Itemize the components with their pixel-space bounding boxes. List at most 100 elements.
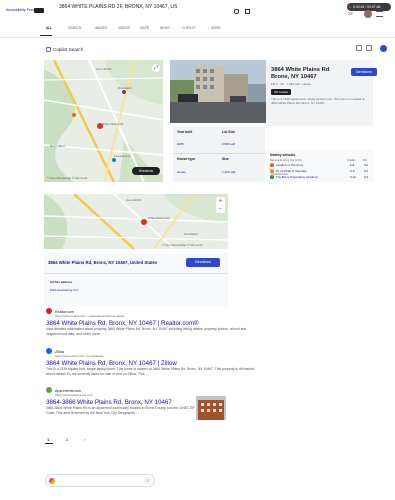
house-type-label: House type bbox=[177, 157, 196, 161]
schools-source[interactable]: GreatSchools bbox=[271, 172, 288, 176]
result-snippet: View detailed information about property… bbox=[46, 327, 247, 336]
place-map-graphic bbox=[44, 194, 228, 249]
map-label: Gun Hill Rd bbox=[96, 67, 112, 71]
result-url: https://www.zillow.com › homedetails bbox=[55, 354, 104, 358]
map-graphic bbox=[44, 60, 163, 182]
nearby-schools: Nearby schools Name and rating (out of 1… bbox=[266, 150, 373, 182]
weather-temp: 20° bbox=[348, 12, 354, 16]
visual-search-icon[interactable] bbox=[245, 9, 250, 14]
year-built-value: 2005 bbox=[177, 142, 184, 146]
result-title[interactable]: 3864 White Plains Rd, Bronx, NY 10467 | … bbox=[46, 360, 264, 367]
result-title[interactable]: 3864 White Plains Rd, Bronx, NY 10467 | … bbox=[46, 320, 264, 327]
place-directions-button[interactable]: Directions bbox=[186, 258, 220, 267]
tab-more[interactable]: ⋮ MORE bbox=[207, 26, 221, 30]
share-icon[interactable] bbox=[380, 45, 387, 52]
map-label: Laconia Ave bbox=[114, 154, 131, 158]
street-view-graphic bbox=[170, 60, 266, 123]
map-directions-button[interactable]: Directions bbox=[132, 167, 160, 175]
school-grades: K-5 bbox=[350, 169, 355, 173]
search-logo[interactable] bbox=[34, 8, 44, 13]
map-label: Woodlawn bbox=[184, 232, 198, 236]
schools-col-grades: Grades bbox=[347, 159, 356, 162]
school-grades: 6-12 bbox=[350, 175, 356, 179]
place-map[interactable]: Gun Hill Rd White Plains Rd Woodlawn + −… bbox=[44, 194, 228, 249]
send-icon[interactable]: ↑ bbox=[144, 477, 151, 484]
map-attribution: © OpenStreetMap © Microsoft bbox=[162, 243, 203, 247]
place-card: 3864 White Plains Rd, Bronx, NY 10467, U… bbox=[44, 253, 228, 306]
property-map[interactable]: Gun Hill Rd Woodlawn Bronx Blvd White Pl… bbox=[44, 60, 163, 182]
zoom-out-button[interactable]: − bbox=[216, 205, 225, 213]
lot-size-label: Lot Size bbox=[222, 130, 235, 134]
size-value: 7,430 sqft bbox=[222, 170, 236, 174]
year-built-label: Year built bbox=[177, 130, 193, 134]
building-thumbnail-graphic bbox=[196, 396, 226, 420]
schools-col-name: Name and rating (out of 10) bbox=[270, 159, 302, 162]
result-snippet: 3864-3866 White Plains Rd is an apartmen… bbox=[46, 406, 195, 415]
search-result: Realtor.com https://www.realtor.com › re… bbox=[46, 308, 264, 337]
schools-title: Nearby schools bbox=[270, 153, 296, 157]
property-title: 3864 White Plains Rd Bronx, NY 10467 bbox=[271, 67, 330, 80]
recording-time: 0:00:45 / 00:57:48 bbox=[353, 5, 381, 9]
tab-maps[interactable]: MAPS bbox=[140, 26, 149, 30]
property-specs: FN·0 · 2F · 7,439 sqft · House bbox=[271, 82, 312, 86]
map-label: Bronx Blvd bbox=[50, 144, 65, 148]
house-type-value: House bbox=[177, 170, 186, 174]
avatar[interactable] bbox=[364, 10, 372, 18]
page-current[interactable]: 1 bbox=[47, 437, 49, 442]
top-bar: Accessibility Feedback 3864 WHITE PLAINS… bbox=[0, 0, 395, 36]
facts-divider bbox=[173, 153, 265, 154]
size-label: Size bbox=[222, 157, 229, 161]
hamburger-menu-icon[interactable] bbox=[376, 11, 383, 17]
school-distance: 0.2 bbox=[364, 163, 369, 167]
active-tab-indicator bbox=[40, 35, 52, 36]
header-divider bbox=[0, 37, 395, 38]
search-page: Accessibility Feedback 3864 WHITE PLAINS… bbox=[0, 0, 395, 500]
search-query[interactable]: 3864 WHITE PLAINS RD 2F, BRONX, NY 10467… bbox=[59, 4, 177, 10]
property-directions-button[interactable]: Directions bbox=[351, 68, 377, 76]
copilot-chat-box[interactable]: ↑ bbox=[45, 474, 155, 487]
map-attribution: © OpenStreetMap © Microsoft bbox=[47, 176, 88, 180]
property-facts: Year built 2005 Lot Size 2,580 sqft Hous… bbox=[173, 126, 265, 182]
place-divider bbox=[44, 273, 228, 274]
zoom-controls: + − bbox=[216, 197, 225, 213]
place-edit-link[interactable]: Mark Everlasting if fix bbox=[50, 288, 79, 292]
tab-news[interactable]: NEWS bbox=[160, 26, 170, 30]
result-thumbnail[interactable] bbox=[196, 396, 226, 420]
tab-videos[interactable]: VIDEOS bbox=[118, 26, 130, 30]
school-row[interactable]: 3 Leaders of Tomorrow 6-8 0.2 bbox=[270, 163, 370, 168]
microphone-icon[interactable] bbox=[234, 9, 239, 14]
tab-images[interactable]: IMAGES bbox=[95, 26, 107, 30]
street-view-image[interactable] bbox=[170, 60, 266, 123]
thumbs-up-icon[interactable] bbox=[356, 45, 362, 51]
map-label: Gun Hill Rd bbox=[126, 198, 142, 202]
page-current-indicator bbox=[45, 443, 53, 444]
result-title[interactable]: 3864-3866 White Plains Rd, Bronx, NY 104… bbox=[46, 399, 196, 406]
school-distance: 0.3 bbox=[364, 175, 369, 179]
place-address[interactable]: 3864 White Plains Rd, Bronx, NY 10467, U… bbox=[48, 260, 157, 265]
school-name[interactable]: Leaders of Tomorrow bbox=[276, 163, 303, 167]
zoom-in-button[interactable]: + bbox=[216, 197, 225, 205]
result-url: https://www.realtor.com › realestateandh… bbox=[55, 314, 125, 318]
next-page-arrow[interactable]: › bbox=[84, 437, 85, 442]
status-badge: Off market bbox=[271, 89, 291, 95]
map-label: White Plains Rd bbox=[148, 216, 170, 220]
tab-search[interactable]: SEARCH bbox=[68, 26, 81, 30]
property-info-panel: 3864 White Plains Rd Bronx, NY 10467 Dir… bbox=[266, 60, 377, 126]
page-2[interactable]: 2 bbox=[66, 437, 68, 442]
place-all-label: All this address bbox=[50, 280, 73, 284]
thumbs-down-icon[interactable] bbox=[366, 45, 372, 51]
school-grades: 6-8 bbox=[350, 163, 355, 167]
copilot-logo-icon bbox=[49, 478, 55, 484]
copilot-icon bbox=[46, 47, 51, 52]
result-snippet: This is a 7439 square foot, single famil… bbox=[46, 367, 255, 376]
search-result: Apartments.com https://www.apartments.co… bbox=[46, 387, 196, 416]
tab-copilot[interactable]: COPILOT bbox=[182, 26, 196, 30]
zillow-icon bbox=[46, 348, 52, 354]
tab-all[interactable]: ALL bbox=[46, 26, 52, 30]
map-label: White Plains Rd bbox=[102, 122, 124, 126]
copilot-title: Copilot Search bbox=[53, 47, 84, 52]
apartments-icon bbox=[46, 387, 52, 393]
expand-map-icon[interactable]: ⤢ bbox=[152, 64, 160, 72]
school-rating: 3 bbox=[270, 163, 274, 167]
property-description: This is a 7439 square foot, single famil… bbox=[271, 97, 365, 106]
